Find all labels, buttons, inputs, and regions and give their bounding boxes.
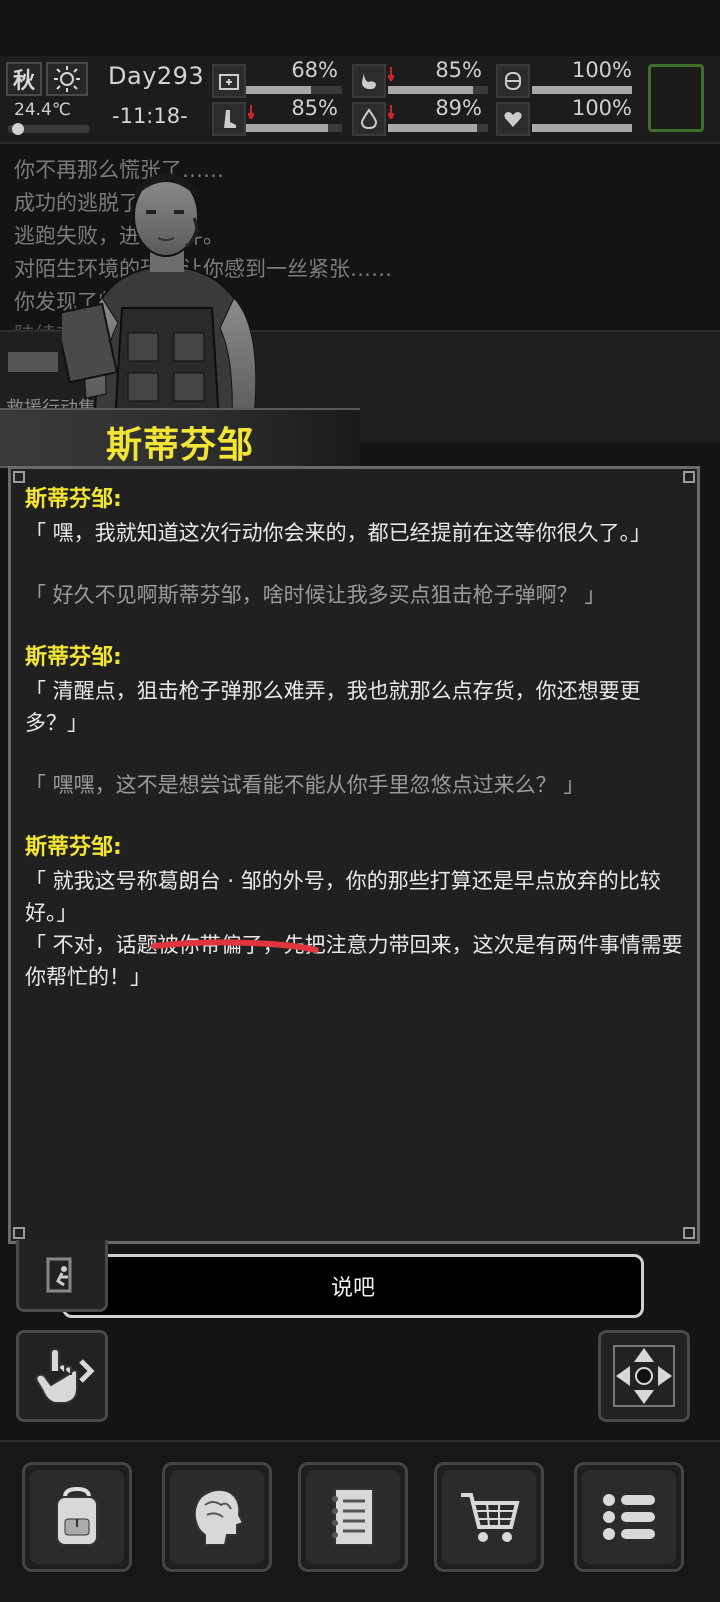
npc-dialog-line: 「 清醒点，狙击枪子弹那么难弄，我也就那么点存货，你还想要更多？」 [25,679,641,735]
nav-skills[interactable] [162,1462,272,1572]
npc-dialog-line: 「 不对，话题被你带偏了，先把注意力带回来，这次是有两件事情需要你帮忙的！」 [25,933,683,989]
season-label: 秋 [12,69,35,94]
npc-dialog-line: 「 嘿，我就知道这次行动你会来的，都已经提前在这等你很久了。」 [25,521,652,545]
shopping-cart-icon [461,1493,520,1542]
equipped-item-slot[interactable] [648,64,704,132]
water-drop-icon [352,102,386,136]
medkit-icon [212,64,246,98]
day-counter: Day293 [108,62,205,90]
temperature-marker [11,123,24,135]
dialog-content: 斯蒂芬邹: 「 嘿，我就知道这次行动你会来的，都已经提前在这等你很久了。」 「 … [25,483,685,993]
exit-icon [46,1257,72,1292]
dialog-reply-button[interactable]: 说吧 [62,1254,644,1318]
interact-button[interactable] [16,1330,108,1422]
health-bar [246,86,342,94]
stamina-bar [532,86,632,94]
exit-button[interactable] [16,1240,108,1312]
thirst-bar-fill [388,124,477,132]
heart-icon [496,102,530,136]
npc-dialog-line: 「 就我这号称葛朗台 · 邹的外号，你的那些打算还是早点放弃的比较好。」 [25,869,661,925]
npc-name: 斯蒂芬邹 [106,425,255,466]
energy-bar [246,124,342,132]
mood-bar-fill [532,124,632,132]
tap-gesture-icon [35,1347,95,1404]
thirst-bar [388,124,488,132]
location-tab[interactable] [8,352,58,372]
season-indicator: 秋 [6,62,42,96]
health-bar-fill [246,86,312,94]
hunger-bar [388,86,488,94]
speaker-name: 斯蒂芬邹: [25,835,122,860]
stamina-value: 100% [571,58,632,82]
stomach-icon [352,64,386,98]
backpack-icon [56,1486,98,1546]
energy-bar-fill [246,124,328,132]
leg-icon [212,102,246,136]
temperature-bar [8,123,90,135]
highlight-underline [151,939,319,953]
energy-value: 85% [291,96,338,120]
corner-ornament [13,1227,25,1239]
health-value: 68% [291,58,338,82]
player-dialog-line: 「 好久不见啊斯蒂芬邹，啥时候让我多买点狙击枪子弹啊？ 」 [25,583,606,607]
dialog-panel: 斯蒂芬邹: 「 嘿，我就知道这次行动你会来的，都已经提前在这等你很久了。」 「 … [8,466,700,1244]
menu-list-icon [603,1494,655,1540]
nav-menu[interactable] [574,1462,684,1572]
decrease-arrow-icon [387,66,395,84]
game-time: -11:18- [112,104,188,128]
move-cross-icon [613,1345,675,1407]
notebook-icon [332,1488,374,1546]
thirst-value: 89% [435,96,482,120]
hunger-value: 85% [435,58,482,82]
corner-ornament [683,1227,695,1239]
speaker-name: 斯蒂芬邹: [25,645,122,670]
mood-value: 100% [571,96,632,120]
nav-journal[interactable] [298,1462,408,1572]
temperature: 24.4℃ [14,100,71,120]
navigate-button[interactable] [598,1330,690,1422]
decrease-arrow-icon [247,104,255,122]
pill-icon [496,64,530,98]
speaker-name: 斯蒂芬邹: [25,487,122,512]
corner-ornament [683,471,695,483]
bottom-nav [0,1440,720,1602]
sun-icon [46,62,88,96]
corner-ornament [13,471,25,483]
status-bar: 秋 24.4℃ Day293 -11:18- 68% 85% 100% 85% 89% 1… [0,56,720,144]
hunger-bar-fill [388,86,473,94]
player-dialog-line: 「 嘿嘿，这不是想尝试看能不能从你手里忽悠点过来么？ 」 [25,773,585,797]
decrease-arrow-icon [387,104,395,122]
nav-backpack[interactable] [22,1462,132,1572]
stamina-bar-fill [532,86,632,94]
mood-bar [532,124,632,132]
brain-icon [193,1488,245,1546]
npc-nameplate: 斯蒂芬邹 [0,408,360,468]
nav-shop[interactable] [434,1462,544,1572]
